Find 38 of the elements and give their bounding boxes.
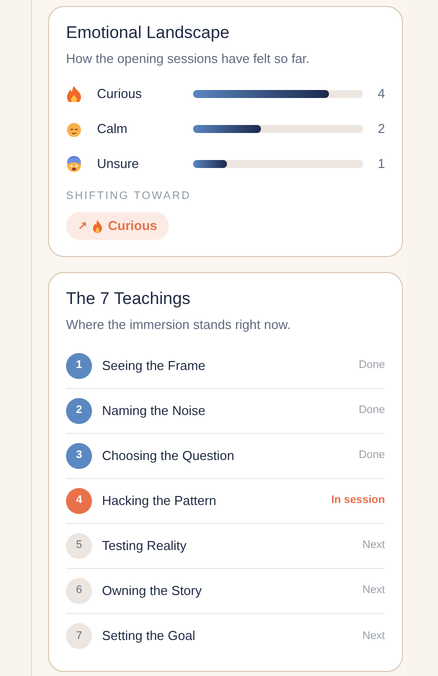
step-number: 6 bbox=[66, 578, 92, 604]
teaching-title: Hacking the Pattern bbox=[102, 492, 216, 510]
status-label: Done bbox=[358, 403, 385, 418]
status-label: Next bbox=[362, 583, 385, 598]
flame-icon bbox=[66, 86, 82, 102]
step-number: 3 bbox=[66, 442, 92, 468]
card-title: Emotional Landscape bbox=[66, 22, 231, 44]
emotion-label: Calm bbox=[97, 120, 128, 138]
step-number: 5 bbox=[66, 532, 92, 558]
step-number: 7 bbox=[66, 623, 92, 649]
badge-label: Curious bbox=[108, 217, 158, 236]
card-subtitle: How the opening sessions have felt so far. bbox=[66, 50, 311, 68]
step-number: 4 bbox=[66, 488, 92, 514]
section-label: SHIFTING TOWARD bbox=[66, 188, 192, 204]
status-label: Done bbox=[358, 358, 385, 374]
scared-face-icon bbox=[66, 156, 82, 172]
emotion-count: 1 bbox=[378, 155, 385, 174]
teaching-title: Naming the Noise bbox=[102, 402, 206, 420]
emotion-label: Curious bbox=[97, 85, 143, 104]
status-label: Next bbox=[362, 538, 385, 554]
teaching-title: Testing Reality bbox=[102, 536, 187, 555]
status-label: Done bbox=[358, 448, 385, 464]
emotion-count: 2 bbox=[378, 120, 385, 138]
step-number: 2 bbox=[66, 398, 92, 424]
card-subtitle: Where the immersion stands right now. bbox=[66, 316, 292, 334]
teaching-title: Choosing the Question bbox=[102, 446, 234, 465]
teaching-title: Setting the Goal bbox=[102, 627, 196, 646]
step-number: 1 bbox=[66, 352, 92, 378]
arrow-icon: ↗ bbox=[78, 218, 87, 234]
teaching-title: Owning the Story bbox=[102, 582, 202, 600]
emotion-label: Unsure bbox=[97, 155, 140, 174]
relieved-face-icon bbox=[66, 121, 82, 137]
card-title: The 7 Teachings bbox=[66, 288, 192, 310]
emotion-count: 4 bbox=[378, 85, 385, 104]
status-label: In session bbox=[331, 493, 385, 508]
flame-icon bbox=[92, 220, 103, 232]
teaching-title: Seeing the Frame bbox=[102, 356, 206, 375]
status-label: Next bbox=[362, 628, 385, 644]
